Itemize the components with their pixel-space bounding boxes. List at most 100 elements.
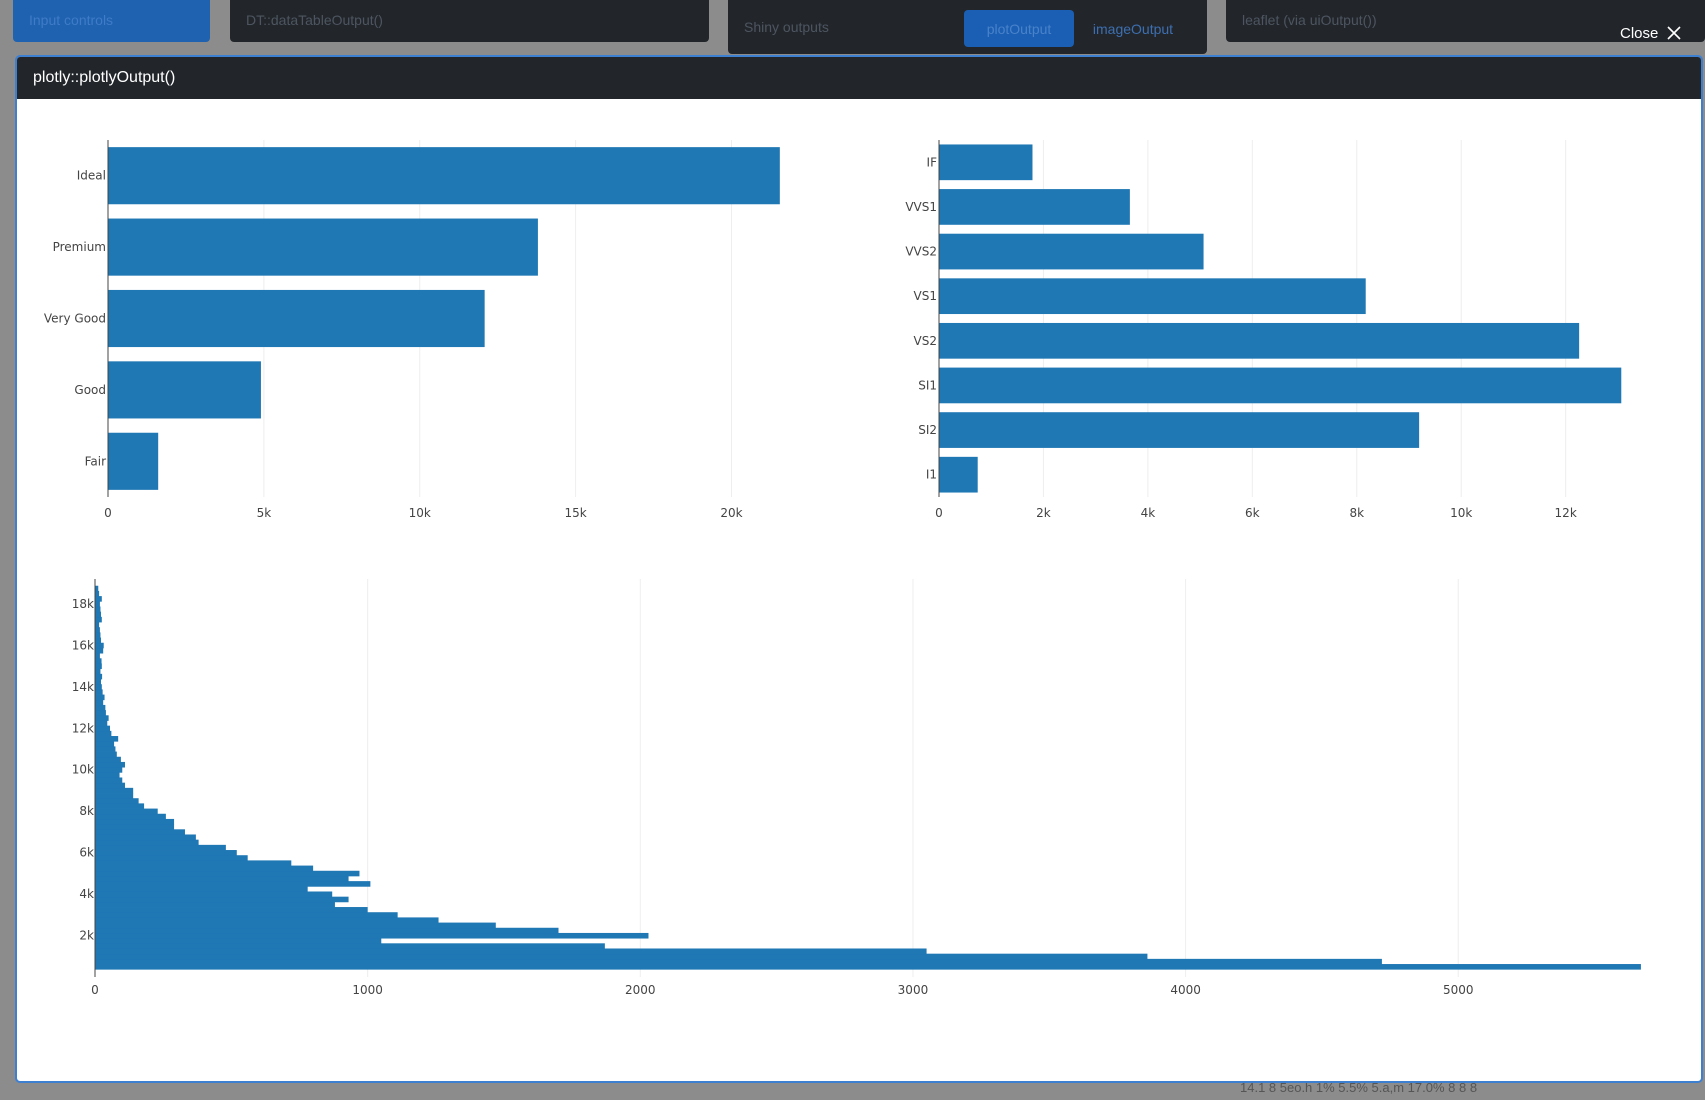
histogram-bar[interactable] bbox=[95, 622, 100, 628]
chart-clarity-bar[interactable]: 0 2k 4k 6k 8k 10k 12k I1 SI2 SI1 VS2 VS1 VVS2 VVS1 IF bbox=[857, 99, 1697, 579]
histogram-bar[interactable] bbox=[95, 927, 559, 934]
histogram-bar[interactable] bbox=[95, 798, 139, 804]
chart-cut-bar[interactable]: 0 5k 10k 15k 20k Fair Good Very Good Premium Idea… bbox=[17, 99, 857, 579]
bar-clarity-vs2[interactable] bbox=[939, 322, 1580, 359]
histogram-bar[interactable] bbox=[95, 590, 100, 597]
histogram-bar[interactable] bbox=[95, 813, 166, 820]
histogram-bar[interactable] bbox=[95, 668, 101, 675]
close-label: Close bbox=[1620, 24, 1659, 42]
histogram-bar[interactable] bbox=[95, 710, 106, 716]
bar-cut-ideal[interactable] bbox=[108, 147, 780, 205]
histogram-bar[interactable] bbox=[95, 891, 333, 898]
histogram-bar[interactable] bbox=[95, 601, 100, 607]
histogram-bar[interactable] bbox=[95, 725, 110, 732]
histogram-bar[interactable] bbox=[95, 860, 292, 866]
histogram-bar[interactable] bbox=[95, 715, 109, 721]
histogram-bar[interactable] bbox=[95, 917, 439, 923]
histogram-bar[interactable] bbox=[95, 642, 104, 649]
histogram-bar[interactable] bbox=[95, 616, 102, 623]
histogram-bar[interactable] bbox=[95, 746, 116, 752]
histogram-bar[interactable] bbox=[95, 761, 125, 768]
modal-title: plotly::plotlyOutput() bbox=[33, 69, 176, 86]
histogram-bar[interactable] bbox=[95, 663, 102, 670]
histogram-bar[interactable] bbox=[95, 699, 104, 706]
histogram-bar[interactable] bbox=[95, 751, 117, 758]
histogram-bar[interactable] bbox=[95, 886, 308, 892]
histogram-bar[interactable] bbox=[95, 875, 349, 882]
bg-imageoutput-button[interactable]: imageOutput bbox=[1078, 10, 1188, 47]
histogram-bar[interactable] bbox=[95, 943, 605, 949]
histogram-bar[interactable] bbox=[95, 881, 371, 887]
histogram-bar[interactable] bbox=[95, 850, 237, 856]
histogram-bar[interactable] bbox=[95, 953, 1148, 960]
bg-card-datatable[interactable]: DT::dataTableOutput() bbox=[230, 0, 709, 42]
bar-clarity-if[interactable] bbox=[939, 144, 1033, 181]
histogram-bar[interactable] bbox=[95, 611, 101, 618]
histogram-bar[interactable] bbox=[95, 653, 100, 659]
histogram-bar[interactable] bbox=[95, 855, 248, 861]
histogram-bar[interactable] bbox=[95, 777, 123, 784]
histogram-bar[interactable] bbox=[95, 720, 108, 727]
histogram-bar[interactable] bbox=[95, 647, 104, 654]
histogram-bar[interactable] bbox=[95, 818, 175, 825]
histogram-bar[interactable] bbox=[95, 736, 119, 742]
histogram-bar[interactable] bbox=[95, 658, 102, 664]
histogram-bar[interactable] bbox=[95, 844, 226, 851]
histogram-bar[interactable] bbox=[95, 958, 1382, 965]
histogram-bar[interactable] bbox=[95, 907, 368, 913]
bar-clarity-vs1[interactable] bbox=[939, 278, 1366, 315]
histogram-bar[interactable] bbox=[95, 689, 103, 695]
histogram-bar[interactable] bbox=[95, 922, 496, 929]
histogram-bar[interactable] bbox=[95, 684, 102, 690]
histogram-bar[interactable] bbox=[95, 756, 121, 763]
bar-cut-premium[interactable] bbox=[108, 218, 538, 276]
histogram-bar[interactable] bbox=[95, 767, 123, 773]
histogram-bar[interactable] bbox=[95, 870, 360, 877]
histogram-bar[interactable] bbox=[95, 730, 112, 737]
bar-cut-very-good[interactable] bbox=[108, 289, 485, 348]
y-tick-label: 16k bbox=[72, 638, 94, 652]
bar-clarity-vvs2[interactable] bbox=[939, 233, 1204, 270]
histogram-bar[interactable] bbox=[95, 694, 105, 701]
histogram-bar[interactable] bbox=[95, 772, 120, 778]
histogram-bar[interactable] bbox=[95, 938, 382, 944]
histogram-bar[interactable] bbox=[95, 793, 134, 799]
histogram-bar[interactable] bbox=[95, 679, 101, 685]
histogram-bar[interactable] bbox=[95, 808, 158, 815]
histogram-bar[interactable] bbox=[95, 606, 101, 613]
bg-card-shiny-outputs[interactable]: Shiny outputs plotOutput imageOutput bbox=[728, 0, 1207, 54]
histogram-bar[interactable] bbox=[95, 673, 103, 680]
histogram-bar[interactable] bbox=[95, 787, 134, 794]
histogram-bar[interactable] bbox=[95, 824, 175, 830]
histogram-bar[interactable] bbox=[95, 865, 314, 872]
bg-card-input-controls[interactable]: Input controls bbox=[13, 0, 210, 42]
close-button[interactable]: Close bbox=[1620, 20, 1682, 46]
histogram-bar[interactable] bbox=[95, 782, 125, 789]
histogram-bar[interactable] bbox=[95, 829, 185, 835]
histogram-bar[interactable] bbox=[95, 964, 1641, 970]
bar-clarity-i1[interactable] bbox=[939, 456, 978, 493]
chart-price-histogram[interactable]: 0 1000 2000 3000 4000 5000 2k 4k 6k 8k 10k 12k 14k 16… bbox=[17, 579, 1697, 1069]
histogram-bar[interactable] bbox=[95, 741, 115, 747]
histogram-bar[interactable] bbox=[95, 901, 335, 908]
bar-cut-good[interactable] bbox=[108, 361, 261, 419]
bar-cut-fair[interactable] bbox=[108, 432, 159, 490]
histogram-bar[interactable] bbox=[95, 839, 199, 846]
y-tick-label: 8k bbox=[79, 804, 94, 818]
histogram-bar[interactable] bbox=[95, 948, 927, 955]
histogram-bar[interactable] bbox=[95, 803, 145, 809]
bar-clarity-si2[interactable] bbox=[939, 412, 1420, 448]
histogram-bar[interactable] bbox=[95, 627, 100, 633]
histogram-bar[interactable] bbox=[95, 704, 106, 711]
bar-clarity-si1[interactable] bbox=[939, 367, 1622, 404]
bg-plotoutput-button[interactable]: plotOutput bbox=[964, 10, 1074, 47]
histogram-bar[interactable] bbox=[95, 912, 398, 918]
histogram-bar[interactable] bbox=[95, 632, 101, 638]
bg-card-label: Shiny outputs bbox=[744, 19, 829, 35]
histogram-bar[interactable] bbox=[95, 637, 101, 644]
bar-clarity-vvs1[interactable] bbox=[939, 189, 1130, 225]
histogram-bar[interactable] bbox=[95, 932, 649, 939]
histogram-bar[interactable] bbox=[95, 834, 196, 841]
histogram-bar[interactable] bbox=[95, 896, 349, 903]
histogram-bar[interactable] bbox=[95, 596, 102, 602]
